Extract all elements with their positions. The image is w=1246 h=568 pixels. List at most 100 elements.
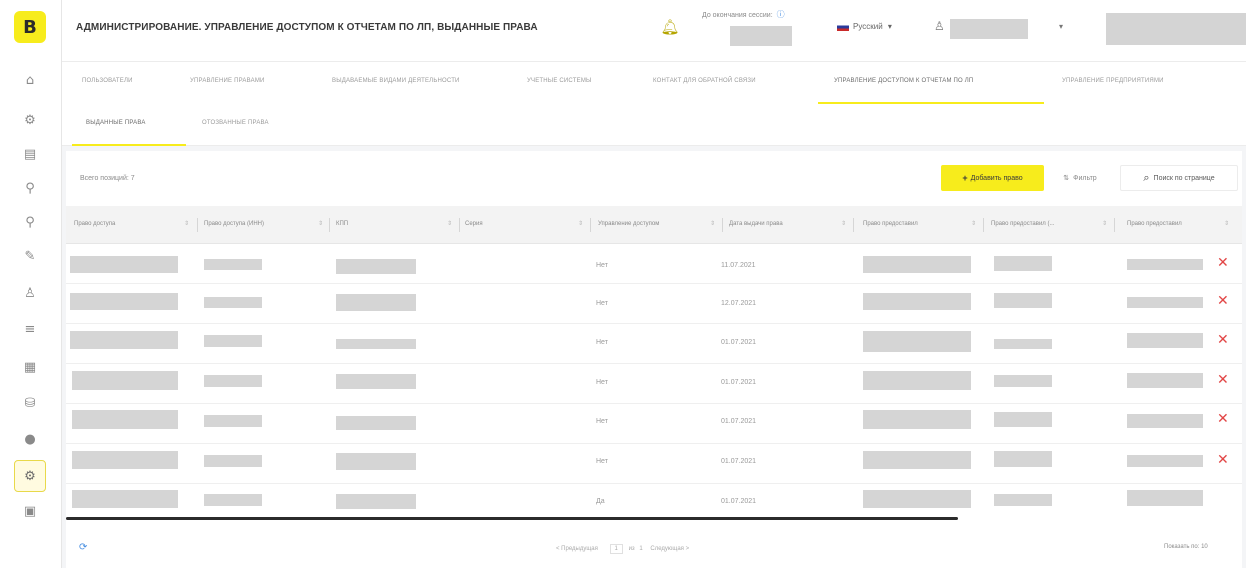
- column-divider[interactable]: [983, 218, 984, 232]
- issue-date-value: 01.07.2021: [721, 418, 757, 425]
- column-divider[interactable]: [459, 218, 460, 232]
- tab-revoked-rights[interactable]: ОТОЗВАННЫЕ ПРАВА: [202, 120, 269, 126]
- column-header[interactable]: Дата выдачи права: [729, 221, 783, 227]
- refresh-icon[interactable]: ⟳: [79, 542, 87, 553]
- access-right-value: [70, 293, 178, 310]
- table-row[interactable]: Нет 12.07.2021 ✕: [66, 284, 1242, 324]
- table-row[interactable]: Да 01.07.2021: [66, 484, 1242, 517]
- session-timer-label: До окончания сессии: ⓘ: [702, 10, 785, 19]
- report-icon[interactable]: ▣: [19, 500, 41, 522]
- granted-by-extra-value: [1127, 333, 1203, 348]
- total-count: Всего позиций: 7: [80, 175, 135, 182]
- filter-button[interactable]: ⇅ Фильтр: [1051, 165, 1109, 191]
- sort-icon[interactable]: ⇕: [971, 220, 976, 227]
- notification-bell-icon[interactable]: 🔔︎: [659, 18, 681, 40]
- column-header[interactable]: Серия: [465, 221, 483, 227]
- inn-value: [204, 494, 262, 506]
- issue-date-value: 12.07.2021: [721, 300, 757, 307]
- documents-icon[interactable]: ▤: [19, 143, 41, 165]
- add-right-button[interactable]: + Добавить право: [941, 165, 1044, 191]
- sort-icon[interactable]: ⇕: [1224, 220, 1229, 227]
- granted-by-inn-value: [994, 451, 1052, 467]
- filter-icon: ⇅: [1063, 174, 1070, 182]
- search-icon: ⌕: [1143, 171, 1150, 184]
- issue-date-value: 01.07.2021: [721, 498, 757, 505]
- sort-icon[interactable]: ⇕: [318, 220, 323, 227]
- admin-gear-icon[interactable]: ⚙: [14, 460, 46, 492]
- rights-table-card: Всего позиций: 7 + Добавить право ⇅ Филь…: [66, 151, 1242, 568]
- column-header[interactable]: Право предоставил: [1127, 221, 1182, 227]
- tab-feedback-contact[interactable]: КОНТАКТ ДЛЯ ОБРАТНОЙ СВЯЗИ: [653, 78, 756, 84]
- column-divider[interactable]: [1114, 218, 1115, 232]
- user-menu-chevron-icon[interactable]: ▾: [1059, 22, 1063, 31]
- sort-icon[interactable]: ⇕: [184, 220, 189, 227]
- tools-icon[interactable]: ⚲: [19, 211, 41, 233]
- column-divider[interactable]: [329, 218, 330, 232]
- person-icon[interactable]: ♙: [19, 282, 41, 304]
- tab-enterprises[interactable]: УПРАВЛЕНИЕ ПРЕДПРИЯТИЯМИ: [1062, 78, 1164, 84]
- page-size-selector[interactable]: Показать по: 10: [1164, 544, 1208, 550]
- column-divider[interactable]: [590, 218, 591, 232]
- app-logo[interactable]: B: [14, 11, 46, 43]
- sort-icon[interactable]: ⇕: [447, 220, 452, 227]
- tab-report-access[interactable]: УПРАВЛЕНИЕ ДОСТУПОМ К ОТЧЕТАМ ПО ЛП: [834, 78, 973, 84]
- column-divider[interactable]: [722, 218, 723, 232]
- access-mgmt-value: Нет: [596, 339, 608, 346]
- next-page-button[interactable]: Следующая >: [650, 546, 689, 552]
- column-header[interactable]: Право предоставил: [863, 221, 918, 227]
- column-header[interactable]: Управление доступом: [598, 221, 659, 227]
- delete-icon[interactable]: ✕: [1217, 294, 1229, 308]
- tab-accounting-systems[interactable]: УЧЕТНЫЕ СИСТЕМЫ: [527, 78, 592, 84]
- page-total: 1: [639, 546, 643, 552]
- horizontal-scrollbar[interactable]: [66, 517, 958, 520]
- granted-by-value: [863, 293, 971, 310]
- kpp-value: [336, 374, 416, 389]
- table-row[interactable]: Нет 01.07.2021 ✕: [66, 324, 1242, 364]
- settings-icon[interactable]: ⚲: [19, 177, 41, 199]
- grid-icon[interactable]: ▦: [19, 356, 41, 378]
- dashboard-icon[interactable]: ⚙: [19, 109, 41, 131]
- sort-icon[interactable]: ⇕: [1102, 220, 1107, 227]
- granted-by-extra-value: [1127, 490, 1203, 506]
- sort-icon[interactable]: ⇕: [578, 220, 583, 227]
- granted-by-value: [863, 371, 971, 390]
- column-divider[interactable]: [853, 218, 854, 232]
- delete-icon[interactable]: ✕: [1217, 453, 1229, 467]
- page-separator: из: [628, 546, 635, 552]
- globe-icon[interactable]: ●: [19, 428, 41, 450]
- left-rail: B ⌂ ⚙ ▤ ⚲ ⚲ ✎ ♙ ≡ ▦ ⛁ ● ⚙ ▣: [0, 0, 62, 568]
- delete-icon[interactable]: ✕: [1217, 412, 1229, 426]
- kpp-value: [336, 339, 416, 349]
- page-search-button[interactable]: ⌕ Поиск по странице: [1120, 165, 1238, 191]
- column-header[interactable]: Право предоставил (...: [991, 221, 1054, 227]
- page-number-input[interactable]: 1: [609, 544, 623, 554]
- tab-users[interactable]: ПОЛЬЗОВАТЕЛИ: [82, 78, 133, 84]
- column-header[interactable]: КПП: [336, 221, 348, 227]
- table-row[interactable]: Нет 01.07.2021 ✕: [66, 404, 1242, 444]
- column-divider[interactable]: [197, 218, 198, 232]
- database-icon[interactable]: ⛁: [19, 392, 41, 414]
- column-header[interactable]: Право доступа (ИНН): [204, 221, 264, 227]
- delete-icon[interactable]: ✕: [1217, 333, 1229, 347]
- tab-activity-types[interactable]: ВЫДАВАЕМЫЕ ВИДАМИ ДЕЯТЕЛЬНОСТИ: [332, 78, 460, 84]
- sort-icon[interactable]: ⇕: [710, 220, 715, 227]
- organization-selector[interactable]: [1106, 13, 1246, 45]
- tab-issued-rights[interactable]: ВЫДАННЫЕ ПРАВА: [86, 120, 146, 126]
- column-header[interactable]: Право доступа: [74, 221, 115, 227]
- table-row[interactable]: Нет 01.07.2021 ✕: [66, 444, 1242, 484]
- wrench-icon[interactable]: ✎: [19, 245, 41, 267]
- list-icon[interactable]: ≡: [19, 318, 41, 340]
- sort-icon[interactable]: ⇕: [841, 220, 846, 227]
- inn-value: [204, 375, 262, 387]
- table-row[interactable]: Нет 11.07.2021 ✕: [66, 244, 1242, 284]
- table-row[interactable]: Нет 01.07.2021 ✕: [66, 364, 1242, 404]
- delete-icon[interactable]: ✕: [1217, 373, 1229, 387]
- inn-value: [204, 335, 262, 347]
- language-selector[interactable]: Русский ▾: [837, 22, 892, 31]
- tab-rights-management[interactable]: УПРАВЛЕНИЕ ПРАВАМИ: [190, 78, 265, 84]
- prev-page-button[interactable]: < Предыдущая: [556, 546, 598, 552]
- info-icon[interactable]: ⓘ: [777, 10, 785, 19]
- home-icon[interactable]: ⌂: [19, 69, 41, 91]
- user-name[interactable]: [950, 19, 1028, 39]
- delete-icon[interactable]: ✕: [1217, 256, 1229, 270]
